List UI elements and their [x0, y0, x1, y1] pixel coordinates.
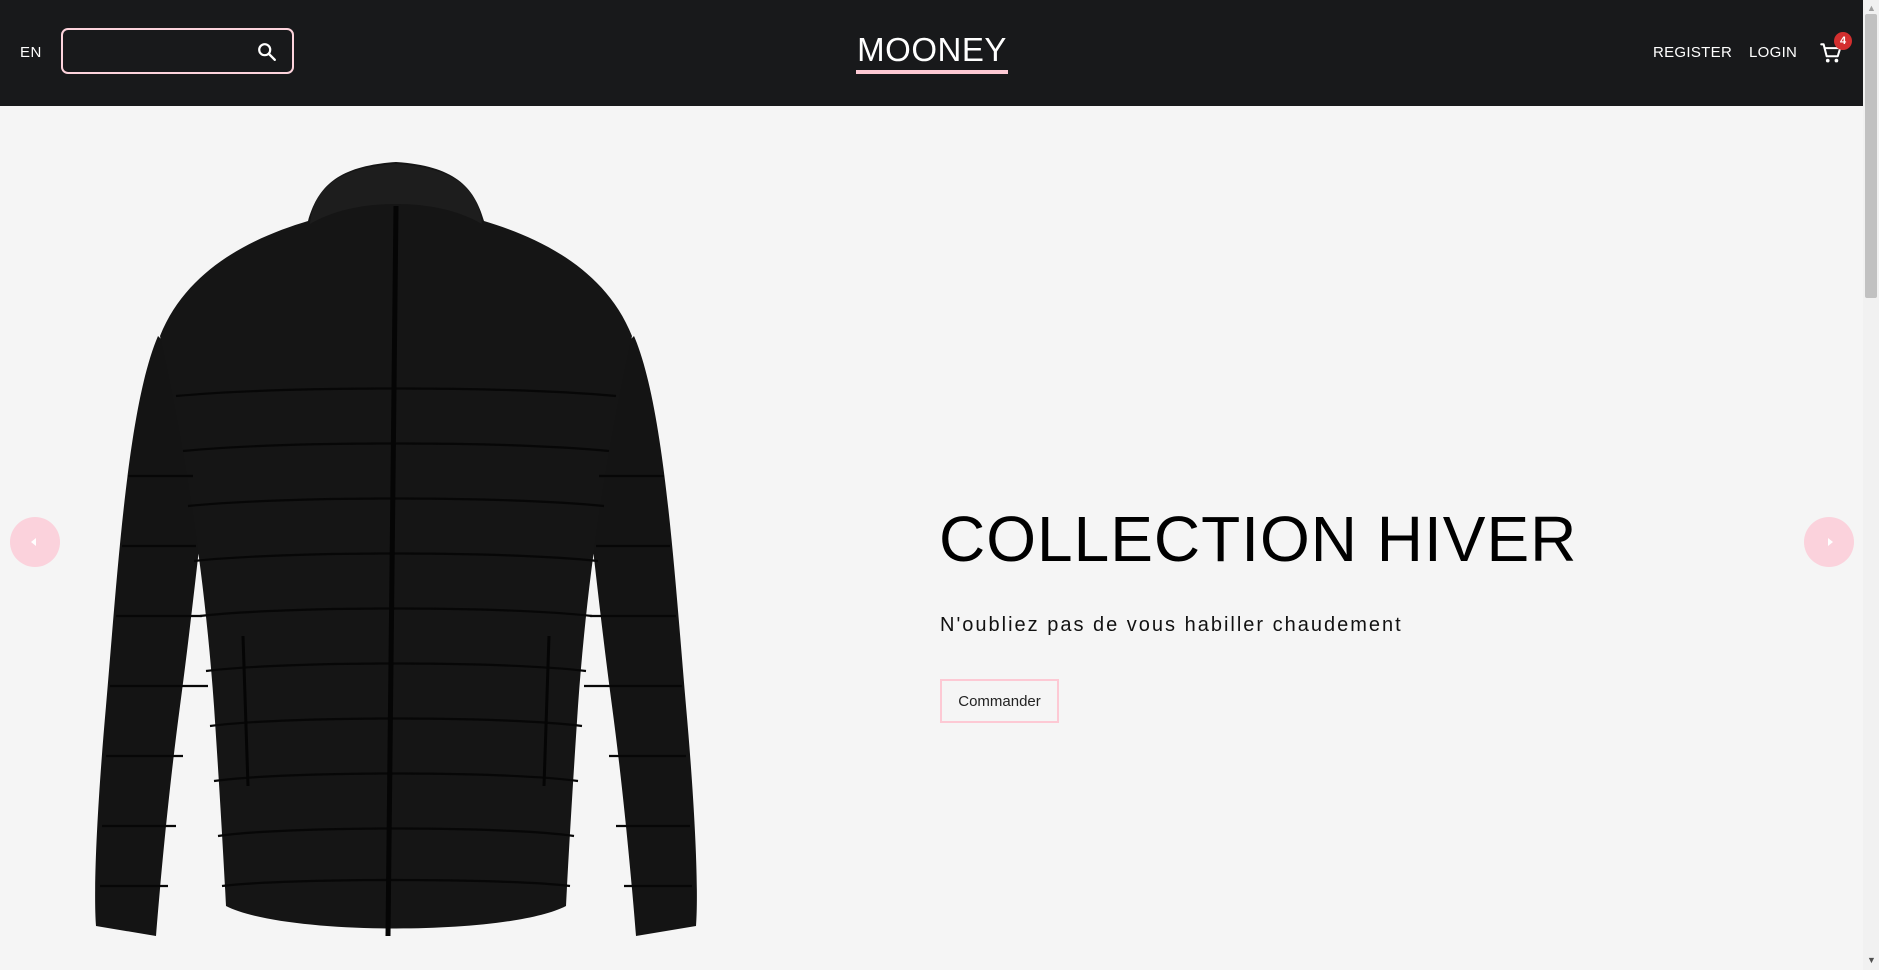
vertical-scrollbar[interactable]: ▲ ▼	[1863, 0, 1879, 970]
search-input[interactable]	[73, 38, 247, 66]
search-box[interactable]	[61, 28, 294, 74]
product-image-puffer-jacket	[88, 146, 704, 946]
hero-title: COLLECTION HIVER	[939, 503, 1578, 575]
page: EN MOONEY REGISTER LOGIN 4 COLLECTION HI…	[0, 0, 1879, 970]
scroll-up-arrow-icon[interactable]: ▲	[1867, 3, 1876, 13]
hero-carousel: COLLECTION HIVER N'oubliez pas de vous h…	[0, 106, 1863, 970]
register-link[interactable]: REGISTER	[1653, 44, 1732, 61]
order-button[interactable]: Commander	[940, 679, 1059, 723]
login-link[interactable]: LOGIN	[1749, 44, 1797, 61]
top-navbar: EN MOONEY REGISTER LOGIN 4	[0, 0, 1863, 106]
scroll-down-arrow-icon[interactable]: ▼	[1867, 955, 1876, 965]
search-icon[interactable]	[256, 41, 278, 63]
carousel-next-button[interactable]	[1804, 517, 1854, 567]
carousel-prev-button[interactable]	[10, 517, 60, 567]
logo-underline	[856, 70, 1008, 74]
brand-logo[interactable]: MOONEY	[856, 30, 1008, 70]
hero-subtitle: N'oubliez pas de vous habiller chaudemen…	[940, 614, 1403, 636]
caret-right-icon	[1828, 538, 1833, 546]
caret-left-icon	[31, 538, 36, 546]
language-switcher[interactable]: EN	[20, 44, 42, 61]
cart-count-badge: 4	[1834, 32, 1852, 50]
scrollbar-thumb[interactable]	[1865, 14, 1877, 298]
